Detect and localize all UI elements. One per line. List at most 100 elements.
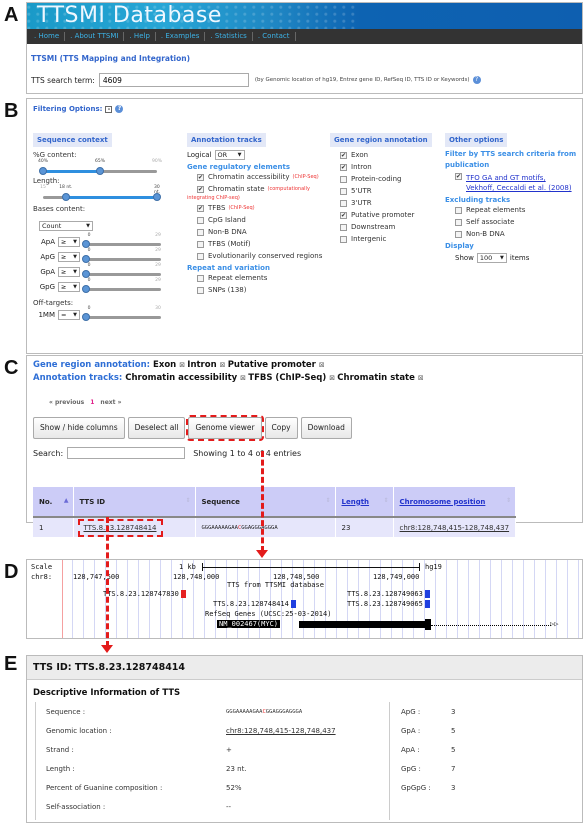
nav-examples[interactable]: . Examples [156, 32, 206, 41]
checkbox-gene-region-1[interactable]: ✔ Intron [340, 161, 440, 173]
remove-filter-icon[interactable]: ⊠ [220, 361, 228, 369]
checkbox-exclude-2[interactable]: Non-B DNA [455, 228, 583, 240]
slider-handle[interactable] [39, 167, 47, 175]
gene-exon-bar[interactable] [299, 621, 430, 628]
checkbox-gene-region-0[interactable]: ✔ Exon [340, 149, 440, 161]
genome-browser-panel[interactable]: Scale chr8: 1 kb hg19 128,747,500 128,74… [26, 559, 583, 639]
publication-filter-checkbox[interactable]: ✔ TFO GA and GT motifs, Vekhoff, Ceccald… [455, 173, 583, 193]
nav-about[interactable]: . About TTSMI [65, 32, 125, 41]
slider-handle[interactable] [82, 313, 90, 321]
current-page[interactable]: 1 [90, 399, 94, 406]
checkbox-repeat-variation-0[interactable]: Repeat elements [197, 272, 327, 284]
tts-feature[interactable]: TTS.8.23.128749063 [347, 590, 430, 598]
checkbox-gre-5[interactable]: TFBS (Motif) [197, 238, 327, 250]
sequence-context-header: Sequence context [33, 133, 112, 147]
chrom-label: chr8: [31, 573, 53, 581]
checkbox-exclude-0[interactable]: Repeat elements [455, 204, 583, 216]
dropdown-arrow-icon: ▼ [500, 255, 504, 261]
tts-detail-panel: TTS ID: TTS.8.23.128748414 Descriptive I… [26, 655, 583, 823]
checkbox-gre-2[interactable]: ✔ TFBS (ChIP-Seq) [197, 202, 327, 214]
dropdown-arrow-icon: ▼ [237, 152, 242, 158]
length-slider[interactable]: 15 18 nt. 30 nt. [40, 185, 161, 203]
publication-link-line2[interactable]: Vekhoff, Ceccaldi et al. (2008) [466, 184, 572, 192]
checkbox-gene-region-7[interactable]: Intergenic [340, 233, 440, 245]
collapse-icon[interactable]: - [105, 105, 113, 113]
nav-help[interactable]: . Help [124, 32, 156, 41]
chromosome-position-link[interactable]: chr8:128,748,415-128,748,437 [400, 524, 510, 532]
checkbox-gre-4[interactable]: Non-B DNA [197, 226, 327, 238]
checkbox-gene-region-3[interactable]: 5'UTR [340, 185, 440, 197]
remove-filter-icon[interactable]: ⊠ [319, 361, 325, 369]
previous-page-link[interactable]: « previous [49, 399, 84, 406]
sort-icon: ⇕ [383, 497, 389, 504]
slider-handle[interactable] [82, 285, 90, 293]
tts-feature[interactable]: TTS.8.23.128748414 [213, 600, 296, 608]
count-slider[interactable]: 0 29 [82, 263, 161, 279]
tts-feature[interactable]: TTS.8.23.128749065 [347, 600, 430, 608]
checkbox-gre-3[interactable]: CpG Island [197, 214, 327, 226]
count-slider[interactable]: 0 30 [82, 306, 161, 322]
gene-label[interactable]: NM_002467(MYC) [217, 620, 281, 628]
publication-link-line1[interactable]: TFO GA and GT motifs, [466, 174, 546, 182]
help-icon[interactable]: ? [472, 76, 481, 84]
column-header-chromosome-position[interactable]: Chromosome position ⇕ [393, 487, 517, 518]
bases-mode-select[interactable]: Count ▼ [39, 221, 93, 231]
count-slider[interactable]: 0 29 [82, 248, 161, 264]
tts-id-link[interactable]: TTS.8.23.128748414 [77, 518, 163, 537]
checkbox-gre-6[interactable]: Evolutionarily conserved regions [197, 250, 327, 262]
operator-select[interactable]: ≥ ▼ [58, 236, 80, 247]
g-content-slider[interactable]: 40% 65% 90% [38, 159, 162, 177]
checkbox-gene-region-2[interactable]: Protein-coding [340, 173, 440, 185]
display-title: Display [445, 242, 474, 250]
tts-feature[interactable]: TTS.8.23.128747830 [103, 590, 186, 598]
slider-handle[interactable] [82, 240, 90, 248]
slider-handle[interactable] [82, 270, 90, 278]
table-search-input[interactable] [67, 447, 186, 459]
column-header-no[interactable]: No. ▲ [33, 487, 74, 518]
operator-select[interactable]: ≥ ▼ [58, 281, 80, 292]
base-name: ApG [40, 252, 55, 261]
site-title[interactable]: TTSMI Database [37, 3, 222, 29]
slider-handle[interactable] [82, 255, 90, 263]
checkbox-gene-region-5[interactable]: ✔ Putative promoter [340, 209, 440, 221]
remove-filter-icon[interactable]: ⊠ [418, 374, 424, 382]
checkbox-label: Repeat elements [208, 274, 268, 282]
count-slider[interactable]: 0 29 [82, 233, 161, 249]
tts-search-input[interactable] [98, 73, 249, 87]
annotation-tracks-header: Annotation tracks [187, 133, 266, 147]
slider-handle[interactable] [61, 193, 70, 201]
base-filter-apg: ApG ≥ ▼ 0 29 [33, 248, 161, 264]
operator-select[interactable]: ≥ ▼ [58, 251, 80, 262]
slider-handle[interactable] [96, 167, 104, 175]
coord-1: 128,747,500 [73, 573, 120, 581]
checkbox-gene-region-6[interactable]: Downstream [340, 221, 440, 233]
site-banner: TTSMI Database [27, 3, 582, 29]
checkbox-gre-0[interactable]: ✔ Chromatin accessibility (ChIP-Seq) [197, 171, 327, 183]
help-icon[interactable]: ? [115, 105, 124, 113]
column-header-tts-id[interactable]: TTS ID ⇕ [73, 487, 196, 518]
genome-viewer-button[interactable]: Genome viewer [186, 415, 264, 441]
operator-select[interactable]: = ▼ [58, 309, 80, 320]
checkbox-gre-1[interactable]: ✔ Chromatin state (computationally [197, 183, 327, 195]
nav-statistics[interactable]: . Statistics [205, 32, 253, 41]
page-size-select[interactable]: 100 ▼ [476, 253, 507, 263]
checkbox-repeat-variation-1[interactable]: SNPs (138) [197, 284, 327, 296]
checkbox-label: Self associate [466, 218, 515, 226]
copy-button[interactable]: Copy [264, 417, 298, 439]
logical-select[interactable]: OR ▼ [214, 150, 245, 160]
checkbox-gene-region-4[interactable]: 3'UTR [340, 197, 440, 209]
next-page-link[interactable]: next » [100, 399, 121, 406]
nav-home[interactable]: . Home [29, 32, 66, 41]
deselect-all-button[interactable]: Deselect all [127, 417, 186, 439]
download-button[interactable]: Download [300, 417, 352, 439]
nav-contact[interactable]: . Contact [253, 32, 296, 41]
checkbox-unchecked-icon [455, 218, 462, 226]
show-hide-columns-button[interactable]: Show / hide columns [33, 417, 125, 439]
column-header-length[interactable]: Length ⇕ [335, 487, 394, 518]
operator-select[interactable]: ≥ ▼ [58, 266, 80, 277]
column-header-sequence[interactable]: Sequence ⇕ [195, 487, 336, 518]
count-slider[interactable]: 0 29 [82, 278, 161, 294]
gene-direction-icon: ▷▷ [550, 620, 559, 628]
genomic-location-link[interactable]: chr8:128,748,415-128,748,437 [226, 727, 389, 735]
checkbox-exclude-1[interactable]: Self associate [455, 216, 583, 228]
